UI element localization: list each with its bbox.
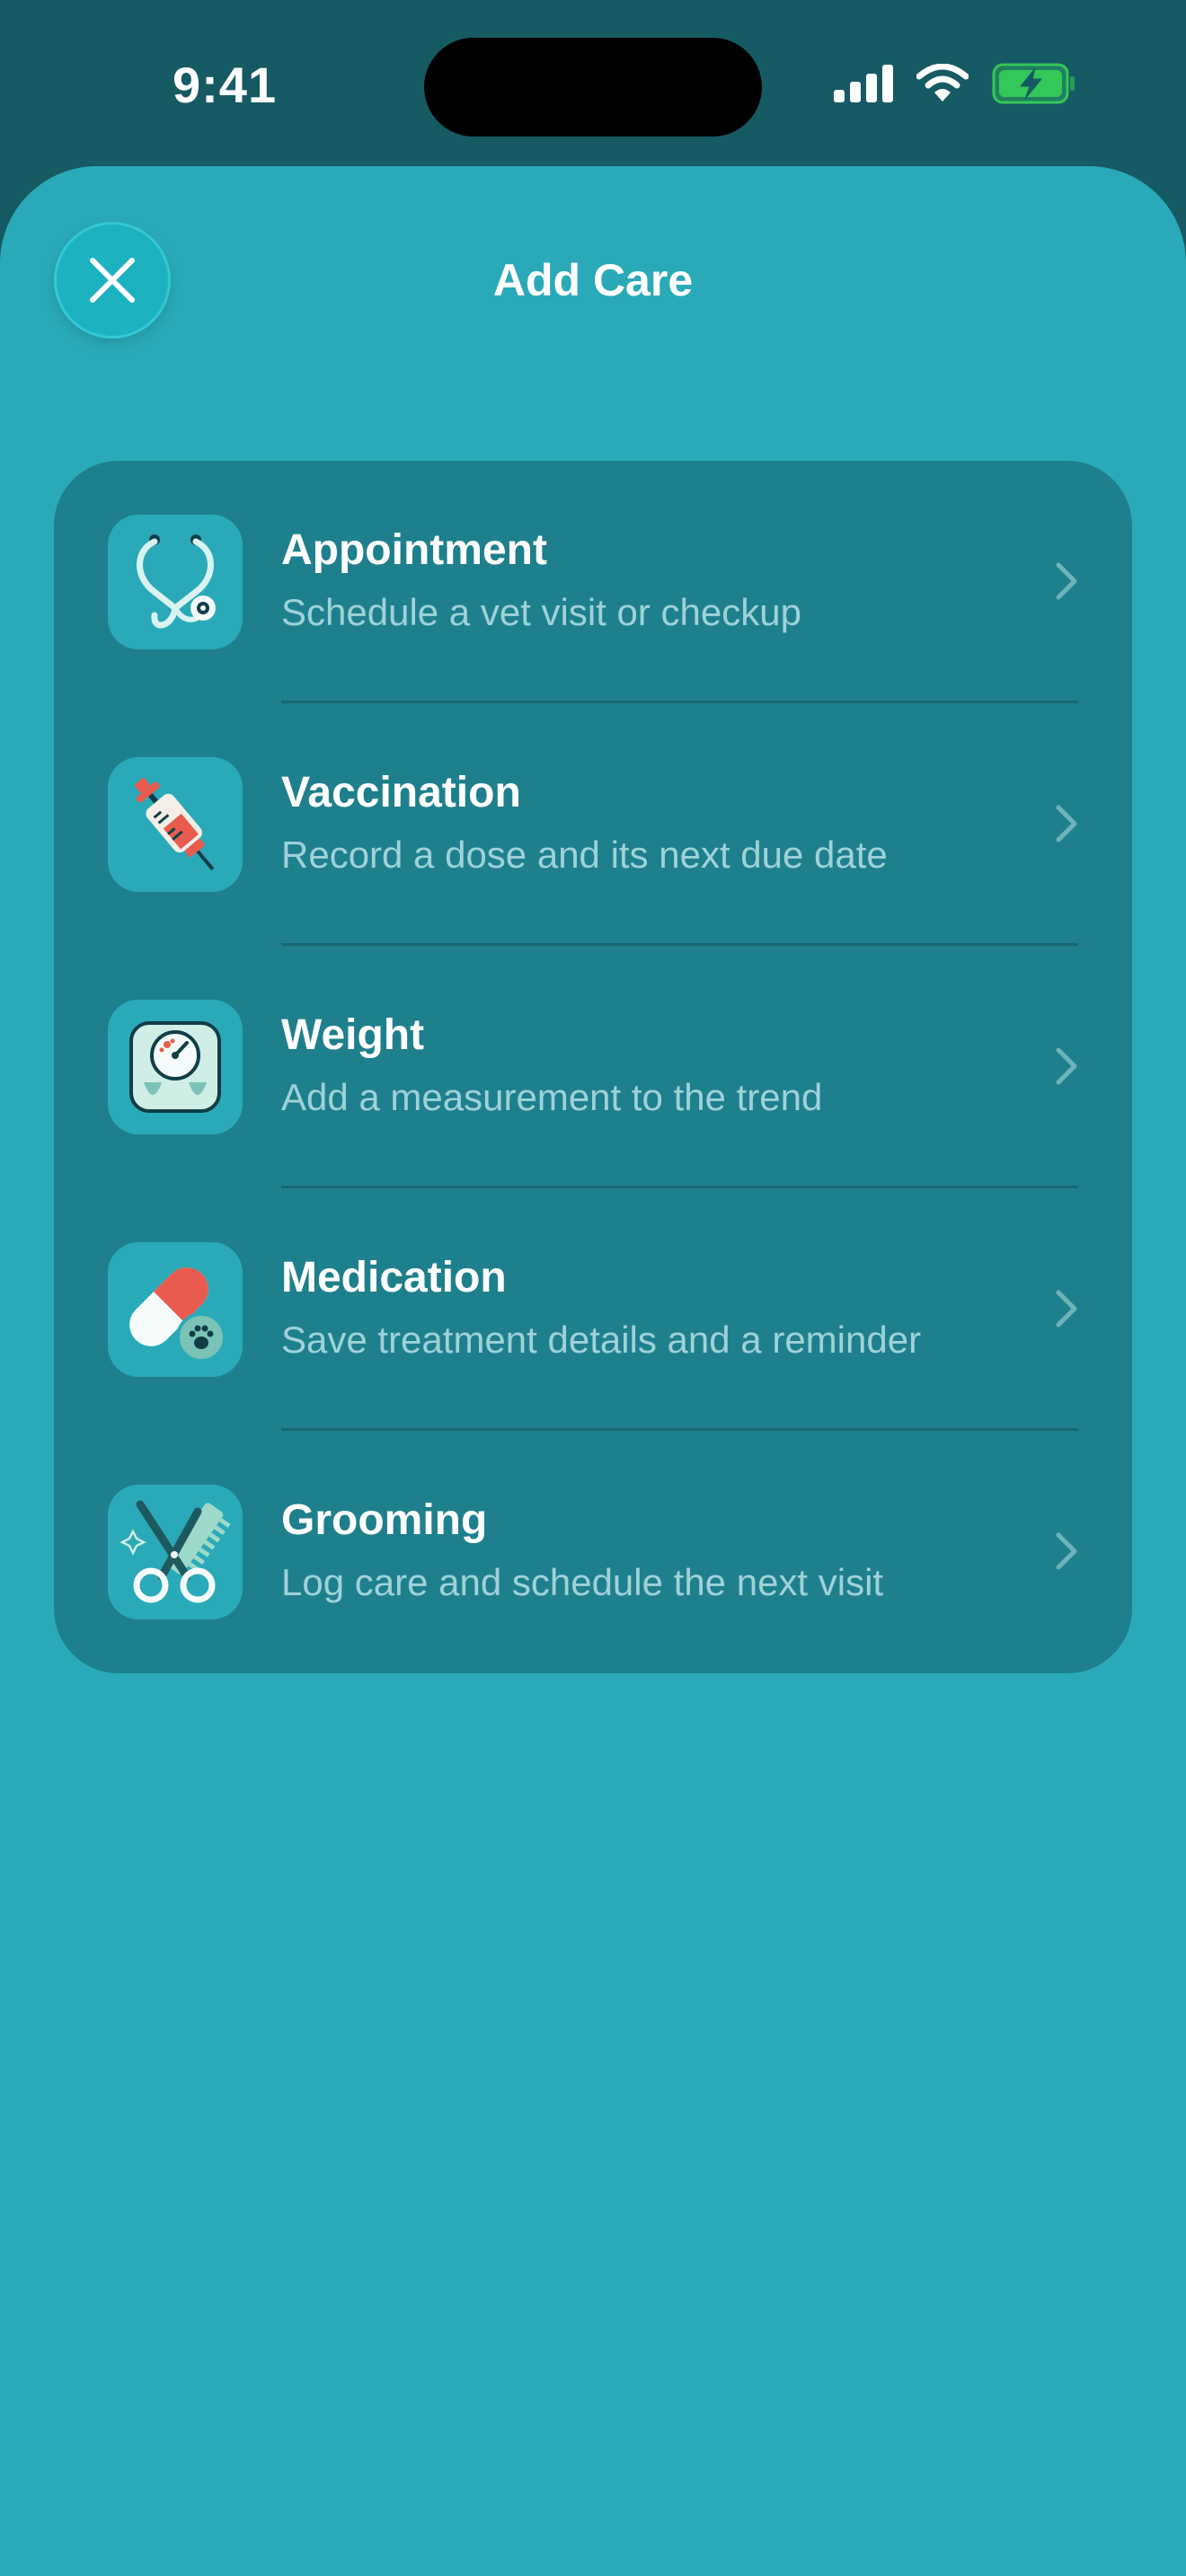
pill-icon: [108, 1242, 243, 1377]
care-option-weight[interactable]: Weight Add a measurement to the trend: [54, 946, 1132, 1188]
status-bar: 9:41: [0, 0, 1186, 171]
option-subtitle: Schedule a vet visit or checkup: [281, 591, 801, 633]
chevron-right-icon: [1056, 805, 1077, 842]
option-subtitle: Record a dose and its next due date: [281, 834, 888, 876]
chevron-right-icon: [1056, 562, 1077, 600]
option-title: Weight: [281, 1011, 425, 1059]
signal-icon: [834, 65, 893, 102]
scissors-comb-icon: [108, 1485, 243, 1619]
care-option-medication[interactable]: Medication Save treatment details and a …: [54, 1188, 1132, 1431]
option-title: Appointment: [281, 526, 547, 574]
stethoscope-icon: [108, 515, 243, 649]
scale-icon: [108, 1000, 243, 1134]
sheet-title: Add Care: [492, 255, 694, 305]
status-icons: [834, 63, 1076, 104]
syringe-icon: [108, 757, 243, 892]
battery-charging-icon: [992, 63, 1075, 104]
option-title: Vaccination: [281, 769, 521, 816]
add-care-sheet: Add Care Appointment Schedule a vet visi…: [0, 166, 1186, 2576]
care-options-list: Appointment Schedule a vet visit or chec…: [54, 461, 1132, 1673]
chevron-right-icon: [1056, 1047, 1077, 1085]
option-title: Grooming: [281, 1496, 488, 1544]
chevron-right-icon: [1056, 1532, 1077, 1570]
option-title: Medication: [281, 1254, 507, 1301]
status-time: 9:41: [173, 57, 278, 113]
option-subtitle: Add a measurement to the trend: [281, 1076, 823, 1118]
care-option-grooming[interactable]: Grooming Log care and schedule the next …: [54, 1431, 1132, 1673]
wifi-icon: [916, 64, 969, 101]
care-option-appointment[interactable]: Appointment Schedule a vet visit or chec…: [54, 461, 1132, 703]
option-subtitle: Save treatment details and a reminder: [281, 1319, 922, 1361]
chevron-right-icon: [1056, 1290, 1077, 1328]
option-subtitle: Log care and schedule the next visit: [281, 1561, 884, 1603]
care-option-vaccination[interactable]: Vaccination Record a dose and its next d…: [54, 703, 1132, 946]
dynamic-island: [424, 38, 762, 137]
